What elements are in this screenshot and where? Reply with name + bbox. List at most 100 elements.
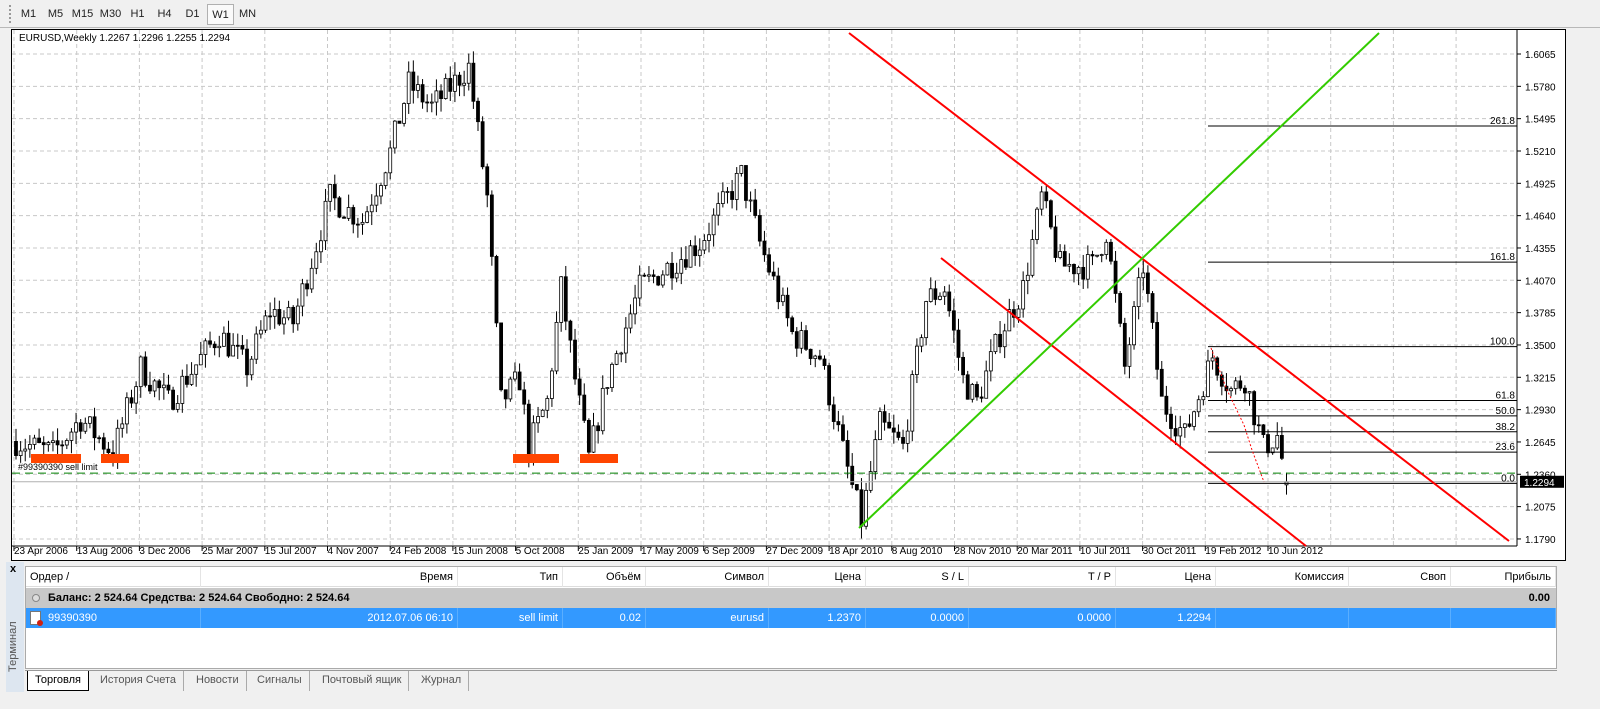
column-header[interactable]: Цена: [769, 567, 866, 587]
timeframe-h4[interactable]: H4: [151, 4, 178, 25]
x-tick-label: 18 Apr 2010: [829, 546, 883, 557]
column-header[interactable]: Время: [201, 567, 458, 587]
column-header[interactable]: Символ: [646, 567, 769, 587]
candle-body: [550, 370, 554, 399]
candle-body: [1095, 254, 1099, 257]
tab-3[interactable]: Сигналы: [250, 671, 310, 691]
candle-body: [14, 440, 18, 456]
x-tick-label: 6 Sep 2009: [704, 546, 756, 557]
candle-body: [776, 275, 781, 303]
candle-body: [591, 425, 596, 453]
candle-body: [947, 291, 952, 312]
candle-body: [693, 245, 698, 257]
candle-body: [1164, 395, 1169, 415]
candle-body: [323, 200, 328, 242]
candle-body: [23, 448, 28, 452]
timeframe-m15[interactable]: M15: [69, 4, 96, 25]
candle-body: [573, 339, 577, 380]
x-tick-label: 25 Mar 2007: [202, 546, 259, 557]
candle-body: [388, 147, 393, 174]
candle-body: [540, 409, 545, 417]
candle-body: [32, 437, 37, 445]
column-header[interactable]: Цена: [1116, 567, 1216, 587]
x-tick-label: 20 Mar 2011: [1017, 546, 1073, 557]
candle-body: [1141, 272, 1146, 279]
candle-body: [610, 363, 614, 388]
column-header[interactable]: Прибыль: [1451, 567, 1556, 587]
tab-1[interactable]: История Счета: [93, 671, 185, 691]
tab-4[interactable]: Почтовый ящик: [315, 671, 410, 691]
cell-time: 2012.07.06 06:10: [201, 608, 458, 628]
column-header[interactable]: Тип: [458, 567, 563, 587]
column-header[interactable]: Своп: [1349, 567, 1451, 587]
candle-body: [868, 471, 873, 491]
candle-body: [762, 240, 767, 256]
column-header[interactable]: T / P: [969, 567, 1116, 587]
column-header[interactable]: Объём: [563, 567, 646, 587]
channel-top-line: [848, 32, 1510, 542]
candle-body: [1206, 360, 1210, 398]
candle-body: [804, 330, 808, 350]
candle-body: [166, 384, 171, 391]
timeframe-mn[interactable]: MN: [234, 4, 261, 25]
timeframe-w1[interactable]: W1: [207, 4, 234, 25]
timeframe-m5[interactable]: M5: [42, 4, 69, 25]
candle-body: [1233, 380, 1238, 390]
x-tick-label: 25 Jan 2009: [578, 546, 633, 557]
x-tick-label: 5 Oct 2008: [516, 546, 565, 557]
candle-body: [614, 353, 619, 365]
timeframe-m30[interactable]: M30: [97, 4, 124, 25]
candle-body: [342, 216, 346, 219]
candle-body: [217, 345, 222, 349]
timeframe-h1[interactable]: H1: [124, 4, 151, 25]
balance-row[interactable]: Баланс: 2 524.64 Средства: 2 524.64 Своб…: [26, 588, 1556, 608]
candle-body: [369, 204, 374, 213]
pending-order-icon: [30, 611, 43, 626]
candle-body: [152, 380, 157, 392]
candle-body: [1261, 424, 1266, 435]
candle-body: [679, 259, 684, 274]
candle-body: [254, 333, 259, 360]
column-header[interactable]: Ордер /: [26, 567, 201, 587]
support-zone: [513, 454, 559, 463]
column-header[interactable]: S / L: [866, 567, 969, 587]
terminal-label: Терминал: [7, 621, 19, 672]
candle-body: [586, 419, 591, 453]
candle-body: [841, 424, 845, 441]
timeframe-m1[interactable]: M1: [15, 4, 42, 25]
candle-body: [767, 254, 771, 273]
candle-body: [1048, 200, 1053, 228]
tab-2[interactable]: Новости: [189, 671, 247, 691]
candle-body: [1044, 191, 1049, 202]
candle-body: [716, 203, 721, 216]
candle-body: [1136, 277, 1141, 308]
candle-body: [1159, 368, 1164, 397]
toolbar-grip[interactable]: [9, 5, 13, 23]
candle-body: [286, 306, 291, 319]
candle-body: [51, 440, 55, 444]
candle-body: [697, 249, 702, 257]
candle-body: [365, 211, 370, 223]
terminal-tabs: Торговля История Счета Новости Сигналы Почто…: [25, 670, 1557, 691]
fibo-level-label: 161.8: [1490, 252, 1515, 263]
y-tick-label: 1.5780: [1525, 82, 1556, 93]
candle-body: [577, 378, 582, 396]
candle-body: [1201, 396, 1206, 401]
close-icon[interactable]: x: [10, 563, 16, 575]
candle-body: [1150, 293, 1155, 323]
x-tick-label: 19 Feb 2012: [1205, 546, 1262, 557]
tab-5[interactable]: Журнал: [414, 671, 470, 691]
candle-body: [97, 437, 102, 440]
cell-order: 99390390: [26, 608, 201, 628]
candle-body: [471, 62, 476, 102]
chart-window[interactable]: 1.6065 1.5780 1.5495 1.5210 1.4925 1.4640 1.43…: [11, 29, 1566, 561]
price-chart[interactable]: 1.6065 1.5780 1.5495 1.5210 1.4925 1.4640 1.43…: [12, 30, 1567, 562]
candle-body: [684, 259, 688, 268]
table-row[interactable]: 99390390 2012.07.06 06:10 sell limit 0.02 eu…: [26, 608, 1556, 628]
tab-0[interactable]: Торговля: [27, 671, 89, 691]
candle-body: [351, 207, 356, 225]
candle-body: [291, 306, 296, 325]
timeframe-d1[interactable]: D1: [179, 4, 206, 25]
column-header[interactable]: Комиссия: [1216, 567, 1349, 587]
balance-icon: [32, 594, 40, 602]
